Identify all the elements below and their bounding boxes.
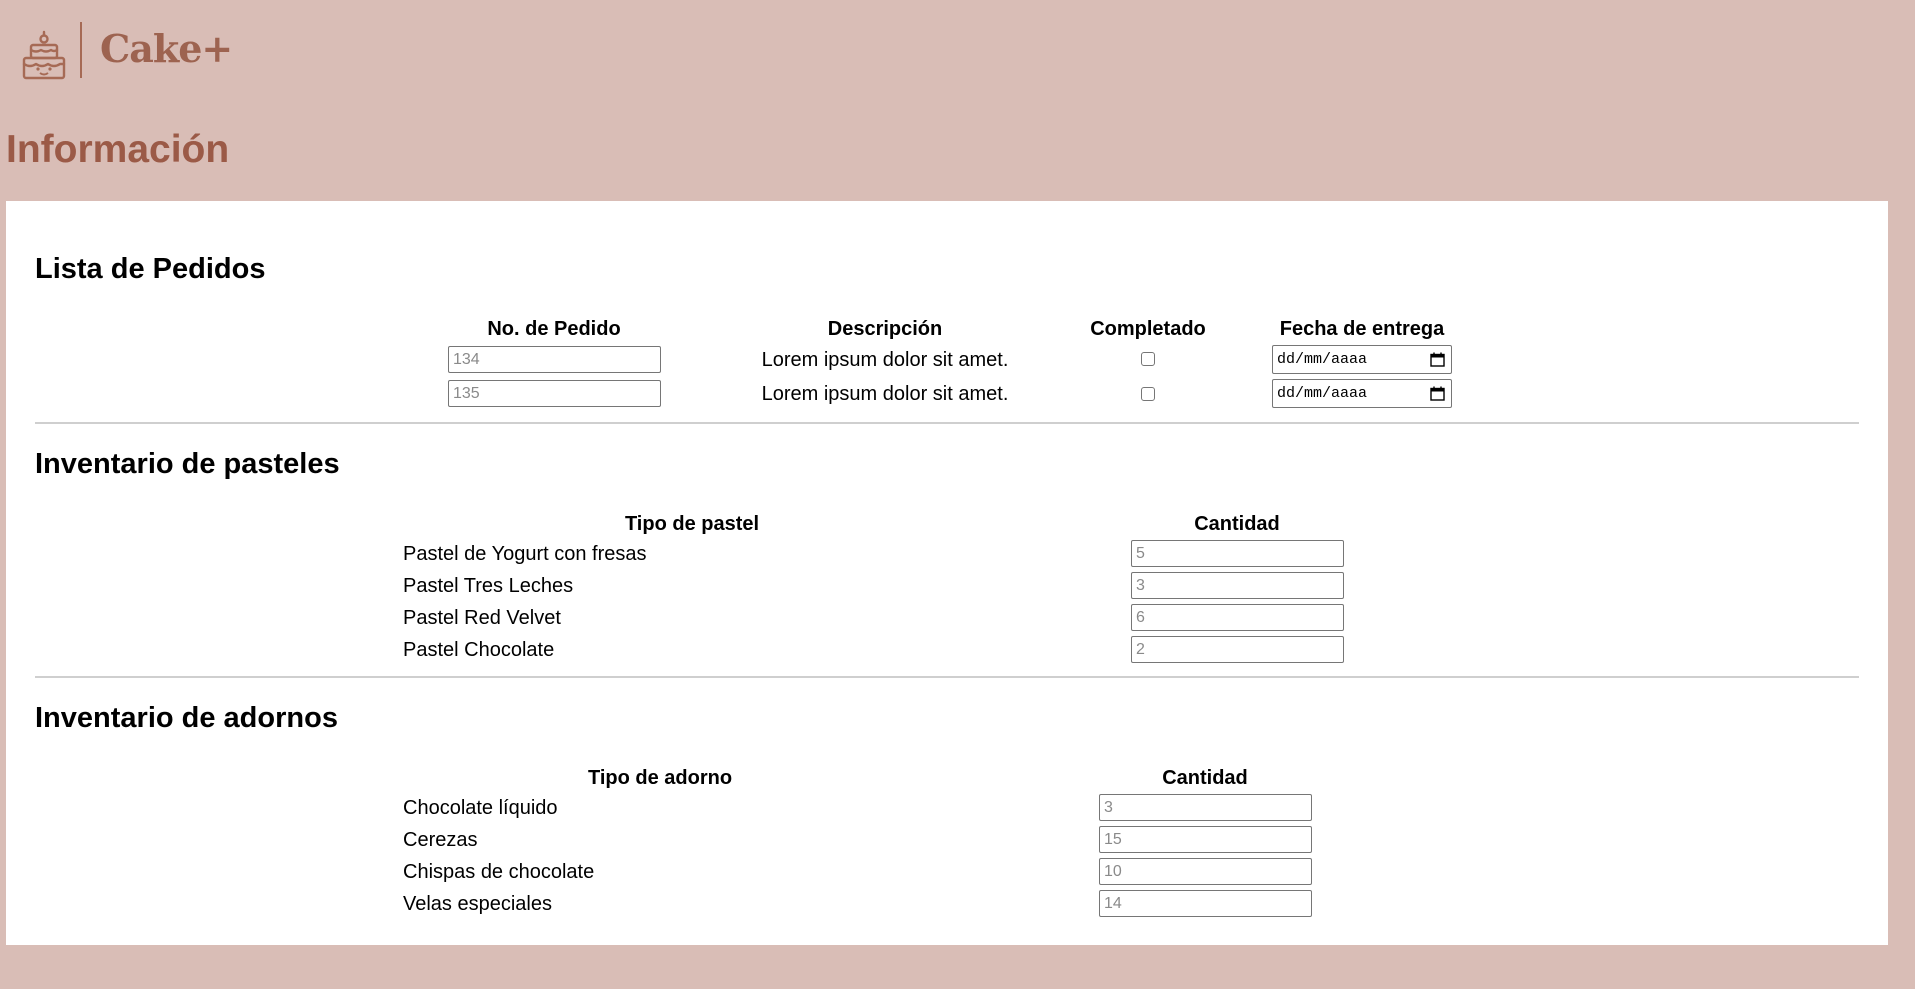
calendar-icon[interactable] [1430,352,1445,367]
orders-header-number: No. de Pedido [487,318,621,340]
decoration-quantity-input[interactable] [1099,858,1312,885]
cake-icon [22,30,66,80]
decorations-title: Inventario de adornos [35,702,338,734]
decoration-type-label: Chocolate líquido [403,797,558,819]
section-divider [35,676,1859,678]
order-completed-checkbox[interactable] [1141,387,1155,401]
cakes-title: Inventario de pasteles [35,448,340,480]
header: Cake+ [0,0,1915,110]
order-description: Lorem ipsum dolor sit amet. [761,349,1009,371]
page-title: Información [6,128,230,171]
cake-type-label: Pastel Tres Leches [403,575,574,597]
order-date-input[interactable]: dd/mm/aaaa [1272,345,1452,374]
cakes-header-type: Tipo de pastel [624,513,760,535]
decoration-quantity-input[interactable] [1099,890,1312,917]
calendar-icon[interactable] [1430,386,1445,401]
orders-header-date: Fecha de entrega [1279,318,1445,340]
order-number-input[interactable] [448,346,661,373]
order-number-input[interactable] [448,380,661,407]
date-placeholder: dd/mm/aaaa [1277,351,1368,368]
cake-quantity-input[interactable] [1131,636,1344,663]
decorations-header-type: Tipo de adorno [587,767,733,789]
decorations-header-quantity: Cantidad [1162,767,1248,789]
cake-quantity-input[interactable] [1131,604,1344,631]
decoration-type-label: Velas especiales [403,893,552,915]
brand-name: Cake+ [100,26,233,71]
cake-type-label: Pastel Chocolate [403,639,555,661]
decoration-quantity-input[interactable] [1099,794,1312,821]
order-completed-checkbox[interactable] [1141,352,1155,366]
logo-divider [80,22,82,78]
cakes-header-quantity: Cantidad [1194,513,1280,535]
decoration-type-label: Chispas de chocolate [403,861,595,883]
decoration-type-label: Cerezas [403,829,478,851]
orders-title: Lista de Pedidos [35,253,266,285]
order-date-input[interactable]: dd/mm/aaaa [1272,379,1452,408]
decoration-quantity-input[interactable] [1099,826,1312,853]
orders-header-description: Descripción [827,318,943,340]
cake-quantity-input[interactable] [1131,540,1344,567]
order-description: Lorem ipsum dolor sit amet. [761,383,1009,405]
cake-type-label: Pastel de Yogurt con fresas [403,543,647,565]
date-placeholder: dd/mm/aaaa [1277,385,1368,402]
cake-type-label: Pastel Red Velvet [403,607,561,629]
cake-quantity-input[interactable] [1131,572,1344,599]
content-panel: Lista de Pedidos No. de Pedido Descripci… [6,201,1888,945]
section-divider [35,422,1859,424]
orders-header-completed: Completado [1090,318,1206,340]
